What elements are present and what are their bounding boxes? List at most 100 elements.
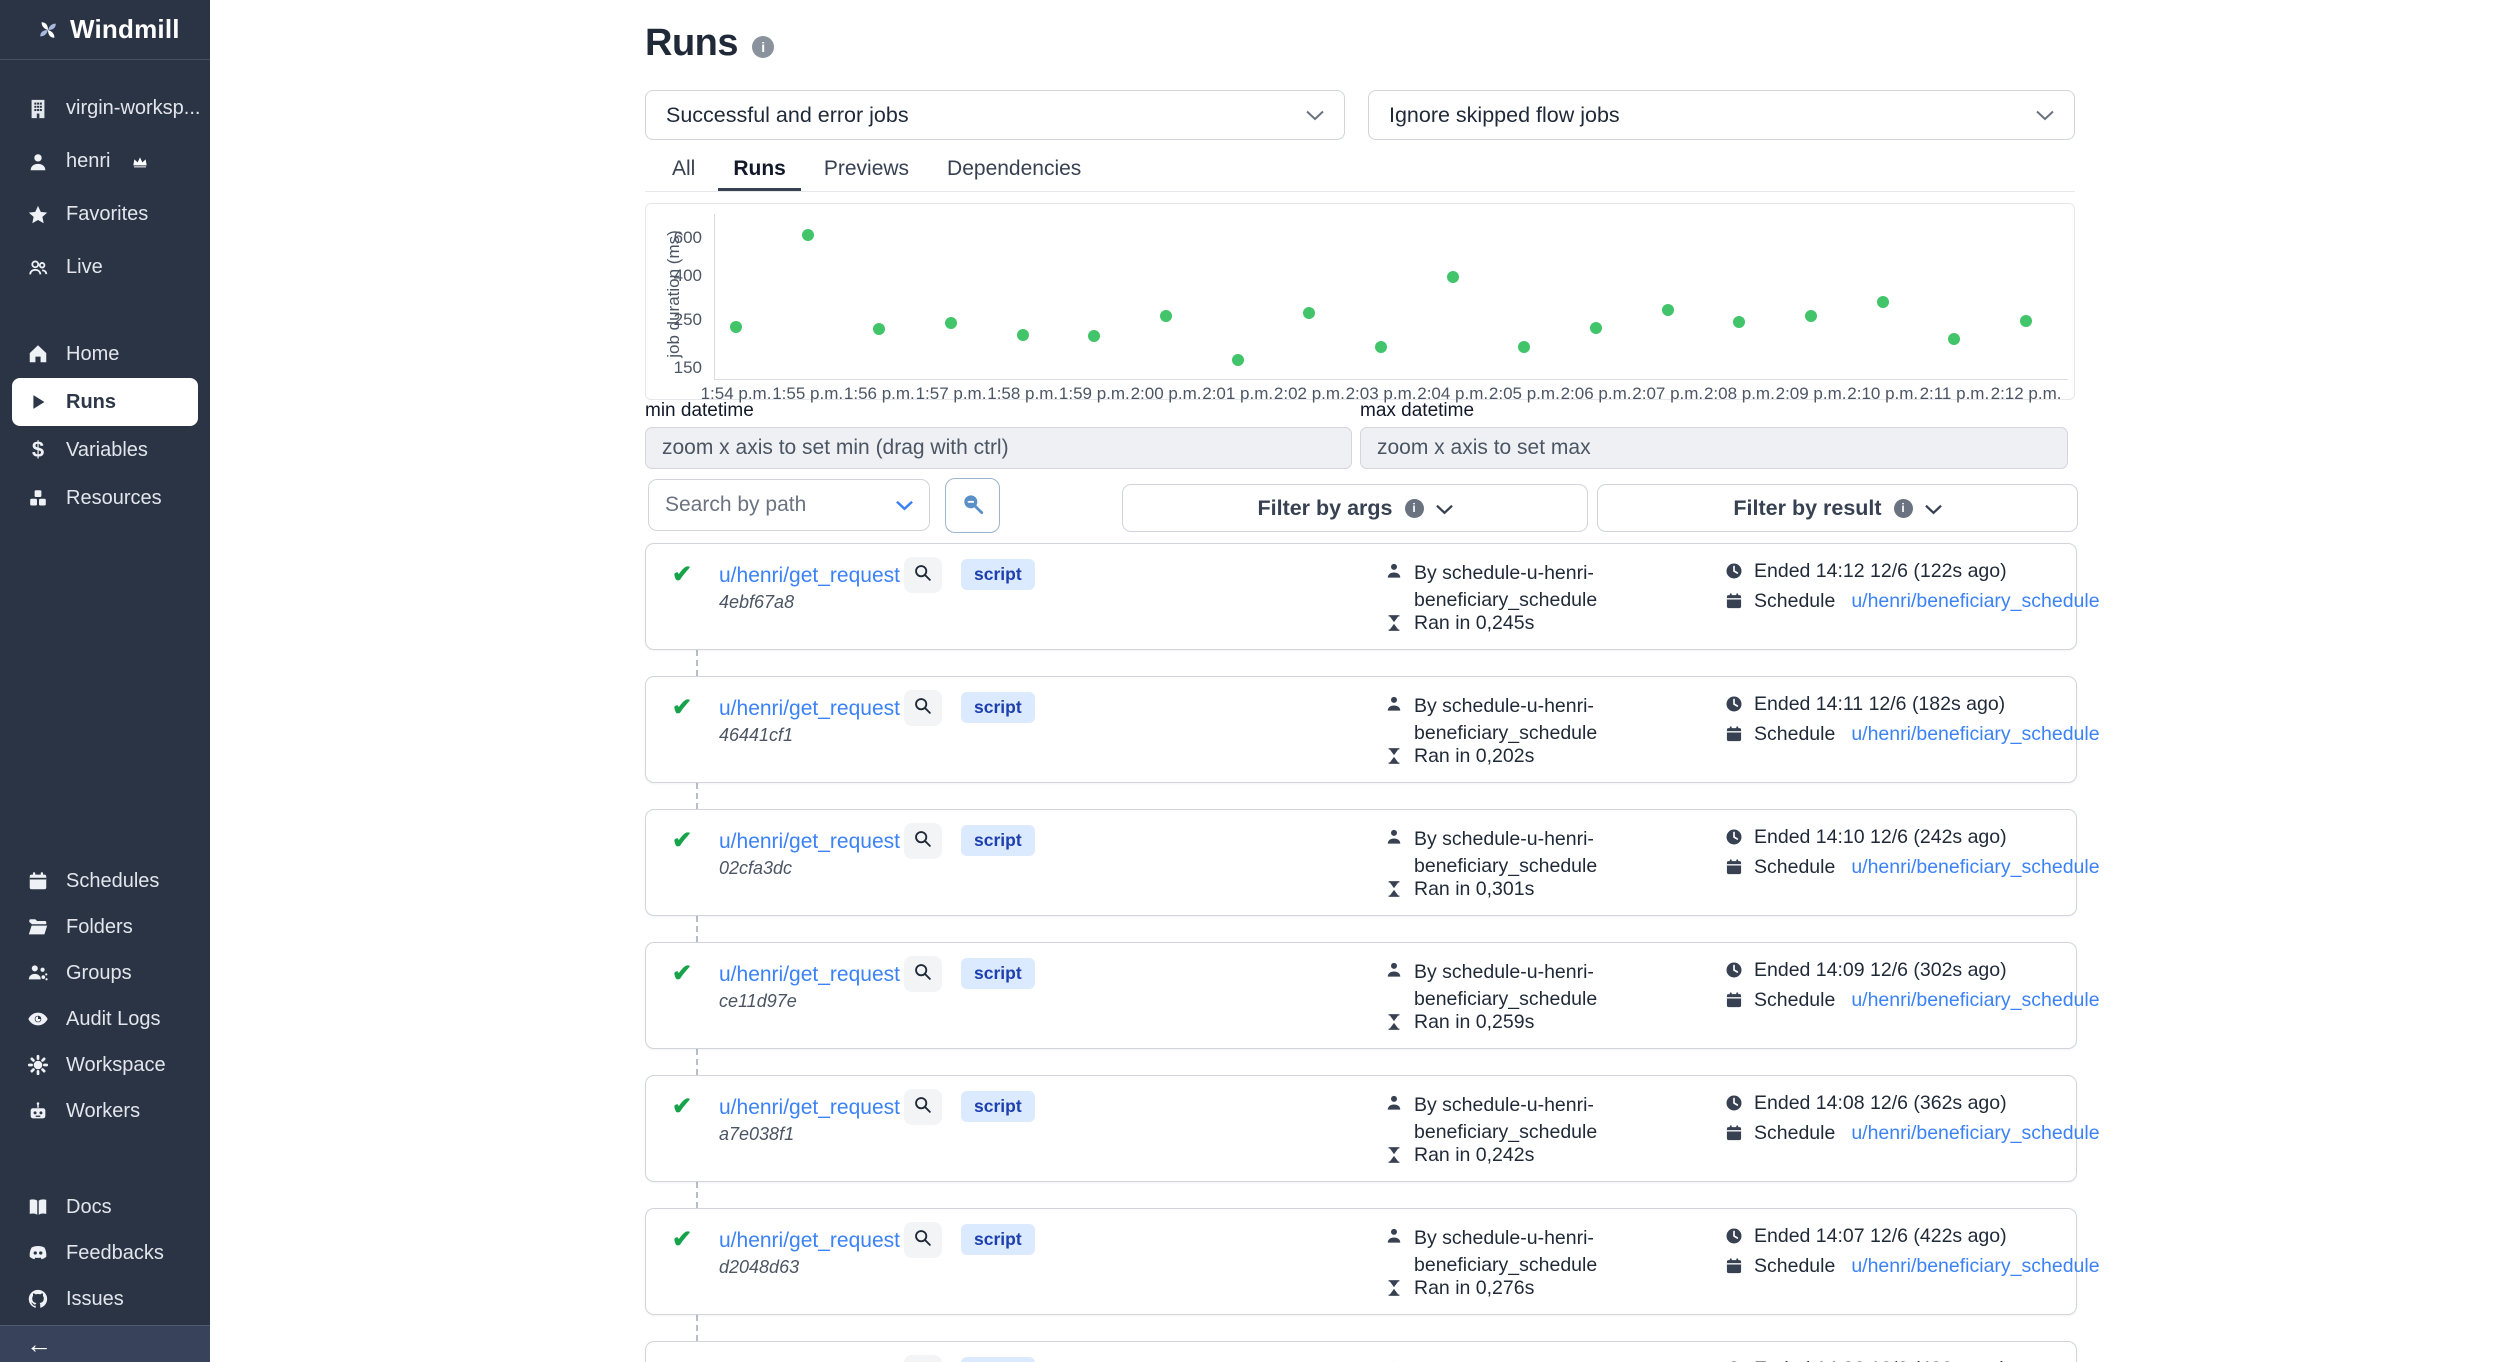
run-duration: Ran in 0,276s — [1384, 1277, 1534, 1300]
sidebar-item-folders[interactable]: Folders — [0, 904, 210, 950]
run-id: 02cfa3dc — [719, 858, 792, 879]
run-inspect-button[interactable] — [904, 1089, 942, 1125]
chart-data-point[interactable] — [873, 323, 885, 335]
run-inspect-button[interactable] — [904, 690, 942, 726]
chart-data-point[interactable] — [1877, 296, 1889, 308]
tab-all[interactable]: All — [657, 150, 710, 191]
home-icon — [26, 342, 50, 366]
run-path-link[interactable]: u/henri/get_request — [719, 963, 900, 987]
clock-icon — [1724, 561, 1744, 581]
tab-previews[interactable]: Previews — [809, 150, 924, 191]
chart-data-point[interactable] — [1088, 330, 1100, 342]
sidebar-item-schedules[interactable]: Schedules — [0, 858, 210, 904]
chart-data-point[interactable] — [1447, 271, 1459, 283]
chart-data-point[interactable] — [1017, 329, 1029, 341]
folder-icon — [26, 915, 50, 939]
play-icon — [26, 390, 50, 414]
sidebar-item-workers[interactable]: Workers — [0, 1088, 210, 1134]
run-row[interactable]: ✔ u/henri/get_request script ce11d97e By… — [645, 942, 2077, 1049]
filter-by-args-button[interactable]: Filter by args i — [1122, 484, 1588, 532]
run-inspect-button[interactable] — [904, 823, 942, 859]
chart-data-point[interactable] — [2020, 315, 2032, 327]
job-status-select[interactable]: Successful and error jobs — [645, 90, 1345, 140]
sidebar-item-user[interactable]: henri — [0, 135, 210, 188]
chart-data-point[interactable] — [1160, 310, 1172, 322]
chart-data-point[interactable] — [1733, 316, 1745, 328]
max-datetime-input[interactable] — [1360, 427, 2068, 469]
chart-data-point[interactable] — [1375, 341, 1387, 353]
windmill-pinwheel-icon — [36, 18, 60, 42]
chart-data-point[interactable] — [945, 317, 957, 329]
filter-by-result-button[interactable]: Filter by result i — [1597, 484, 2078, 532]
run-connector-line — [696, 650, 698, 676]
hourglass-icon — [1384, 746, 1404, 766]
sidebar-item-workspace-switcher[interactable]: virgin-worksp... — [0, 82, 210, 135]
schedule-path-link[interactable]: u/henri/beneficiary_schedule — [1851, 989, 2099, 1012]
search-by-path-select[interactable]: Search by path — [648, 479, 930, 531]
run-ended-at: Ended 14:06 12/6 (482s ago) — [1724, 1358, 2007, 1362]
chart-data-point[interactable] — [1518, 341, 1530, 353]
sidebar-item-home[interactable]: Home — [0, 330, 210, 378]
sidebar-item-feedbacks[interactable]: Feedbacks — [0, 1230, 210, 1276]
sidebar-item-live[interactable]: Live — [0, 241, 210, 294]
success-check-icon: ✔ — [672, 1092, 692, 1121]
sidebar: Windmill virgin-worksp... henri — [0, 0, 210, 1362]
sidebar-item-audit-logs[interactable]: Audit Logs — [0, 996, 210, 1042]
run-row[interactable]: ✔ u/henri/get_request script 02cfa3dc By… — [645, 809, 2077, 916]
run-path-link[interactable]: u/henri/get_request — [719, 1229, 900, 1253]
chart-data-point[interactable] — [1662, 304, 1674, 316]
tab-dependencies[interactable]: Dependencies — [932, 150, 1096, 191]
run-row[interactable]: ✔ u/henri/get_request script d2048d63 By… — [645, 1208, 2077, 1315]
sidebar-item-workspace-settings[interactable]: Workspace — [0, 1042, 210, 1088]
chart-data-point[interactable] — [730, 321, 742, 333]
schedule-path-link[interactable]: u/henri/beneficiary_schedule — [1851, 723, 2099, 746]
schedule-path-link[interactable]: u/henri/beneficiary_schedule — [1851, 590, 2099, 613]
chart-data-point[interactable] — [1232, 354, 1244, 366]
sidebar-item-runs[interactable]: Runs — [12, 378, 198, 426]
chart-data-point[interactable] — [802, 229, 814, 241]
clock-icon — [1724, 694, 1744, 714]
run-schedule: Schedule u/henri/beneficiary_schedule — [1724, 989, 2100, 1012]
schedule-path-link[interactable]: u/henri/beneficiary_schedule — [1851, 1122, 2099, 1145]
sidebar-item-resources[interactable]: Resources — [0, 474, 210, 522]
schedule-path-link[interactable]: u/henri/beneficiary_schedule — [1851, 856, 2099, 879]
sidebar-bottom-group: Docs Feedbacks Issues — [0, 1184, 210, 1322]
page-title: Runs i — [645, 22, 774, 65]
sidebar-item-docs[interactable]: Docs — [0, 1184, 210, 1230]
min-datetime-input[interactable] — [645, 427, 1352, 469]
run-inspect-button[interactable] — [904, 1355, 942, 1362]
run-inspect-button[interactable] — [904, 956, 942, 992]
info-icon[interactable]: i — [752, 36, 774, 58]
job-duration-chart[interactable]: job duration (ms) 1502504006001:54 p.m.1… — [645, 203, 2075, 400]
search-button[interactable] — [945, 478, 1000, 533]
sidebar-collapse-button[interactable]: ← — [0, 1325, 210, 1362]
sidebar-item-issues[interactable]: Issues — [0, 1276, 210, 1322]
schedule-path-link[interactable]: u/henri/beneficiary_schedule — [1851, 1255, 2099, 1278]
success-check-icon: ✔ — [672, 1225, 692, 1254]
magnifier-icon — [960, 491, 986, 520]
chart-data-point[interactable] — [1948, 333, 1960, 345]
job-kind-badge: script — [961, 559, 1035, 590]
run-inspect-button[interactable] — [904, 557, 942, 593]
windmill-logo[interactable]: Windmill — [0, 0, 210, 60]
run-row[interactable]: ✔ u/henri/get_request script By schedule… — [645, 1341, 2077, 1362]
run-path-link[interactable]: u/henri/get_request — [719, 697, 900, 721]
run-row[interactable]: ✔ u/henri/get_request script 46441cf1 By… — [645, 676, 2077, 783]
tab-runs[interactable]: Runs — [718, 150, 801, 191]
run-path-link[interactable]: u/henri/get_request — [719, 830, 900, 854]
chart-data-point[interactable] — [1590, 322, 1602, 334]
runs-list: ✔ u/henri/get_request script 4ebf67a8 By… — [645, 543, 2077, 1362]
run-inspect-button[interactable] — [904, 1222, 942, 1258]
sidebar-item-variables[interactable]: $ Variables — [0, 426, 210, 474]
chart-data-point[interactable] — [1805, 310, 1817, 322]
run-path-link[interactable]: u/henri/get_request — [719, 1096, 900, 1120]
calendar-icon — [1724, 591, 1744, 611]
flow-jobs-select[interactable]: Ignore skipped flow jobs — [1368, 90, 2075, 140]
user-icon — [26, 150, 50, 174]
run-path-link[interactable]: u/henri/get_request — [719, 564, 900, 588]
run-row[interactable]: ✔ u/henri/get_request script 4ebf67a8 By… — [645, 543, 2077, 650]
run-row[interactable]: ✔ u/henri/get_request script a7e038f1 By… — [645, 1075, 2077, 1182]
chart-data-point[interactable] — [1303, 307, 1315, 319]
sidebar-item-groups[interactable]: Groups — [0, 950, 210, 996]
sidebar-item-favorites[interactable]: Favorites — [0, 188, 210, 241]
